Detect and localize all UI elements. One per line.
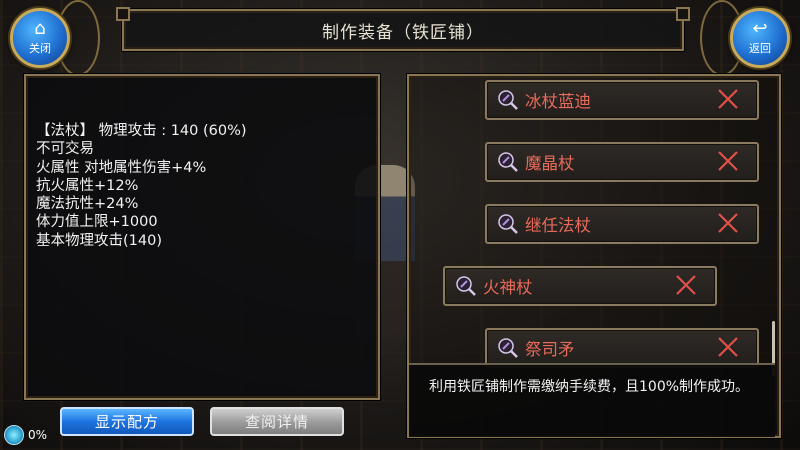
- fee-notice-text: 利用铁匠铺制作需缴纳手续费，且100%制作成功。: [429, 379, 750, 395]
- close-icon[interactable]: [673, 272, 699, 298]
- recipe-name: 继任法杖: [525, 216, 591, 235]
- close-icon[interactable]: [715, 86, 741, 112]
- view-details-button[interactable]: 查阅详情: [210, 407, 344, 436]
- home-icon: ⌂: [34, 18, 46, 39]
- magnifier-wand-icon: [498, 214, 518, 234]
- magnifier-wand-icon: [498, 338, 518, 358]
- return-arrow-icon: ↩: [752, 18, 768, 39]
- item-stat-line: 体力值上限+1000: [36, 214, 158, 231]
- recipe-item[interactable]: 继任法杖: [485, 204, 759, 244]
- item-stat-line: 不可交易: [36, 141, 94, 158]
- show-recipe-button[interactable]: 显示配方: [60, 407, 194, 436]
- back-button-label: 返回: [749, 42, 771, 55]
- magnifier-wand-icon: [456, 276, 476, 296]
- recipe-name: 祭司矛: [525, 340, 575, 359]
- recipe-name: 冰杖蓝迪: [525, 92, 591, 111]
- close-button[interactable]: ⌂ 关闭: [10, 8, 70, 68]
- item-stat-line: 抗火属性+12%: [36, 177, 139, 194]
- magnifier-wand-icon: [498, 90, 518, 110]
- close-icon[interactable]: [715, 148, 741, 174]
- recipe-item[interactable]: 冰杖蓝迪: [485, 80, 759, 120]
- close-icon[interactable]: [715, 210, 741, 236]
- item-stat-line: 【法杖】 物理攻击 : 140 (60%): [36, 123, 247, 139]
- download-status: 0%: [4, 425, 47, 445]
- download-percent: 0%: [28, 428, 48, 442]
- page-title: 制作装备（铁匠铺）: [322, 22, 484, 43]
- title-bar: 制作装备（铁匠铺）: [116, 7, 690, 51]
- download-icon: [4, 425, 24, 445]
- recipe-name: 火神杖: [483, 278, 533, 297]
- recipe-item[interactable]: 魔晶杖: [485, 142, 759, 182]
- magnifier-wand-icon: [498, 152, 518, 172]
- recipe-name: 魔晶杖: [525, 154, 575, 173]
- item-stat-line: 基本物理攻击(140): [36, 232, 162, 249]
- item-stat-line: 火属性 对地属性伤害+4%: [36, 159, 207, 176]
- close-icon[interactable]: [715, 334, 741, 360]
- fee-notice-box: 利用铁匠铺制作需缴纳手续费，且100%制作成功。: [409, 363, 775, 437]
- item-info-panel: 【法杖】 物理攻击 : 140 (60%) 不可交易 火属性 对地属性伤害+4%…: [24, 74, 380, 400]
- recipe-item-selected[interactable]: 火神杖: [443, 266, 717, 306]
- item-stats: 【法杖】 物理攻击 : 140 (60%) 不可交易 火属性 对地属性伤害+4%…: [36, 122, 247, 250]
- back-button[interactable]: ↩ 返回: [730, 8, 790, 68]
- close-button-label: 关闭: [29, 42, 51, 55]
- recipe-item[interactable]: 祭司矛: [485, 328, 759, 368]
- item-stat-line: 魔法抗性+24%: [36, 196, 139, 213]
